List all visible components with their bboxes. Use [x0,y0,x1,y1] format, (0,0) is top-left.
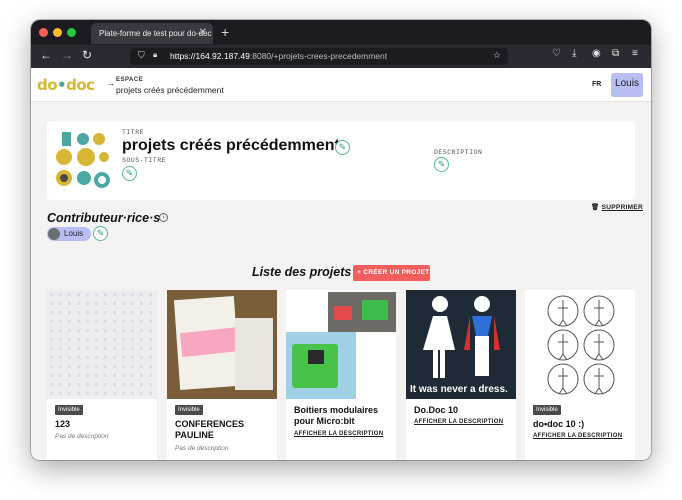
edit-contributors-pencil-icon[interactable]: ✎ [93,226,108,241]
figure-grid-drawing [547,295,615,395]
tab-close-icon[interactable]: ✕ [199,27,207,38]
project-description: Pas de description [55,433,109,440]
app-header: do•doc → ESPACE projets créés précédemme… [31,68,651,102]
microbit-board [308,350,324,364]
contributor-name: Louis [64,229,84,238]
logo-dot: • [57,76,67,94]
bookmark-star-icon[interactable]: ☆ [493,50,501,61]
edit-title-pencil-icon[interactable]: ✎ [335,140,350,155]
back-icon[interactable]: ← [40,48,52,62]
breadcrumb-title[interactable]: projets créés précédemment [116,85,224,95]
space-card: TITRE projets créés précédemment ✎ SOUS-… [47,121,635,200]
project-card[interactable]: Boitiers modulaires pour Micro:bit AFFIC… [286,290,396,460]
logo-doc: doc [66,76,95,94]
browser-window: Plate-forme de test pour do-doc 10 ✕ + ←… [31,20,651,460]
status-badge: Invisible [175,405,203,415]
breadcrumb-label: ESPACE [116,77,144,83]
minimize-window-dot[interactable] [53,28,62,37]
space-title: projets créés précédemment [122,137,340,154]
titlebar: Plate-forme de test pour do-doc 10 ✕ + [31,20,651,45]
show-description-link[interactable]: AFFICHER LA DESCRIPTION [294,431,383,437]
project-title: do•doc 10 :) [533,419,585,429]
new-tab-button[interactable]: + [221,24,229,40]
status-badge: Invisible [55,405,83,415]
trash-icon: 🗑︎ [591,204,600,211]
show-description-link[interactable]: AFFICHER LA DESCRIPTION [533,433,622,439]
page: do•doc → ESPACE projets créés précédemme… [31,68,651,460]
close-window-dot[interactable] [39,28,48,37]
url-host: https://164.92.187.49 [170,51,250,61]
pocket-icon[interactable]: ♡ [552,48,561,59]
project-card[interactable]: Invisible do•doc 10 :) AFFICHER LA DESCR… [525,290,635,460]
project-card[interactable]: Invisible 123 Pas de description [47,290,157,460]
reload-icon[interactable]: ↻ [82,48,92,62]
create-project-button[interactable]: + CRÉER UN PROJET [353,265,430,281]
logo-do: do [37,76,58,94]
browser-tab[interactable]: Plate-forme de test pour do-doc 10 ✕ [91,23,213,44]
dodoc-logo[interactable]: do•doc [37,76,95,94]
status-badge: Invisible [533,405,561,415]
project-thumbnail [167,290,277,399]
contributors-title: Contributeur·rice·s [47,211,161,225]
maximize-window-dot[interactable] [67,28,76,37]
download-icon[interactable]: ⤓ [572,48,576,59]
info-icon[interactable]: i [159,213,168,222]
address-bar[interactable]: ⛉ 🔒︎ https://164.92.187.49:8080/+projets… [130,48,508,65]
restroom-figures-image [423,296,500,378]
navigation-bar: ← → ↻ ⛉ 🔒︎ https://164.92.187.49:8080/+p… [31,45,651,68]
account-icon[interactable]: ◉ [592,48,601,59]
user-button[interactable]: Louis [611,73,643,97]
project-title: 123 [55,419,71,429]
tab-title: Plate-forme de test pour do-doc 10 [99,29,213,38]
description-label: DESCRIPTION [434,149,483,156]
photo-top [328,292,396,332]
project-thumbnail: It was never a dress. [406,290,516,399]
forward-icon[interactable]: → [61,48,73,62]
project-thumbnail [286,290,396,399]
photo-bottom [286,332,356,399]
lock-icon[interactable]: 🔒︎ [153,50,157,60]
url-text[interactable]: https://164.92.187.49:8080/+projets-cree… [170,51,387,61]
menu-icon[interactable]: ≡ [632,48,638,59]
url-path: :8080/+projets-crees-precedemment [249,51,388,61]
breadcrumb-arrow-icon: → [106,78,115,88]
delete-label: SUPPRIMER [601,204,644,211]
project-card[interactable]: Invisible CONFERENCES PAULINE Pas de des… [167,290,277,460]
extensions-icon[interactable]: ⧉ [612,48,619,59]
projects-list-title: Liste des projets [252,265,352,279]
language-switch[interactable]: FR [592,81,601,88]
plus-icon: + [357,269,362,276]
avatar [48,228,60,240]
red-box [334,306,352,320]
project-thumbnail [47,290,157,399]
project-thumbnail [525,290,635,399]
show-description-link[interactable]: AFFICHER LA DESCRIPTION [414,419,503,425]
create-project-label: CRÉER UN PROJET [363,269,430,276]
paper-sheet-2 [235,318,273,390]
project-title: Boitiers modulaires pour Micro:bit [294,405,379,426]
shield-icon[interactable]: ⛉ [138,50,145,61]
project-description: Pas de description [175,445,229,452]
project-title: Do.Doc 10 [414,405,459,415]
space-cover-image [56,132,110,188]
edit-subtitle-pencil-icon[interactable]: ✎ [122,166,137,181]
delete-space-button[interactable]: 🗑︎ SUPPRIMER [591,203,643,211]
title-label: TITRE [122,129,145,136]
image-caption: It was never a dress. [410,384,508,395]
green-box [362,300,388,320]
project-card[interactable]: It was never a dress. Do.Doc 10 AFFICHER… [406,290,516,460]
contributor-chip[interactable]: Louis [47,227,91,241]
edit-description-pencil-icon[interactable]: ✎ [434,157,449,172]
subtitle-label: SOUS-TITRE [122,157,167,164]
project-title: CONFERENCES PAULINE [175,419,245,440]
